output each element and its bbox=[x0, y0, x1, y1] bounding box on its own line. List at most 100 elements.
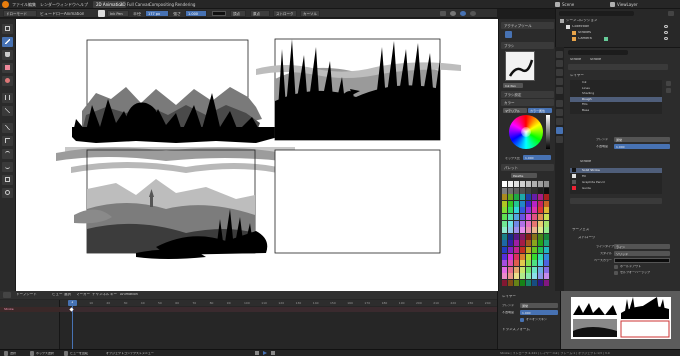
palette-swatch[interactable] bbox=[520, 260, 526, 267]
cutter-tool[interactable] bbox=[2, 93, 13, 103]
palette-swatch[interactable] bbox=[508, 253, 514, 260]
shading-rendered-icon[interactable] bbox=[470, 11, 476, 16]
palette-swatch[interactable] bbox=[520, 273, 526, 280]
dopesheet-menu-view[interactable]: ビュー bbox=[52, 293, 63, 297]
palette-swatch[interactable] bbox=[520, 240, 526, 247]
play-icon[interactable] bbox=[263, 351, 267, 355]
palette-swatch[interactable] bbox=[508, 247, 514, 253]
blender-logo-icon[interactable] bbox=[2, 1, 9, 8]
transform-panel-title[interactable]: トランスフォーム bbox=[502, 328, 530, 332]
palette-swatch[interactable] bbox=[532, 214, 538, 220]
palette-swatch[interactable] bbox=[508, 227, 514, 234]
onion-skin-checkbox[interactable] bbox=[520, 318, 524, 322]
palette-swatch[interactable] bbox=[514, 280, 520, 286]
palette-swatch[interactable] bbox=[532, 220, 538, 227]
palette-panel-header[interactable]: パレット bbox=[501, 164, 554, 171]
channel-row[interactable]: Stroke bbox=[0, 307, 60, 312]
palette-swatch[interactable] bbox=[544, 273, 550, 280]
material-row[interactable]: Guide bbox=[570, 186, 662, 191]
palette-swatch[interactable] bbox=[520, 253, 526, 260]
palette-swatch[interactable] bbox=[532, 266, 538, 273]
palette-swatch[interactable] bbox=[538, 273, 544, 280]
object-data-tab-icon[interactable] bbox=[556, 127, 563, 134]
palette-swatch[interactable] bbox=[544, 253, 550, 260]
palette-swatch[interactable] bbox=[538, 247, 544, 253]
palette-swatch[interactable] bbox=[532, 260, 538, 267]
dopesheet-menu-select[interactable]: 選択 bbox=[64, 293, 71, 297]
palette-swatch[interactable] bbox=[508, 273, 514, 280]
palette-swatch[interactable] bbox=[544, 280, 550, 286]
circle-tool[interactable] bbox=[2, 188, 13, 198]
palette-swatch[interactable] bbox=[508, 200, 514, 207]
jump-start-icon[interactable] bbox=[255, 351, 259, 355]
palette-swatch[interactable] bbox=[502, 214, 508, 220]
world-tab-icon[interactable] bbox=[556, 87, 563, 94]
palette-swatch[interactable] bbox=[502, 200, 508, 207]
palette-swatch[interactable] bbox=[514, 181, 520, 187]
palette-swatch[interactable] bbox=[502, 220, 508, 227]
palette-swatch[interactable] bbox=[502, 266, 508, 273]
remove-layer-button[interactable] bbox=[666, 88, 671, 93]
material-tab-icon[interactable] bbox=[556, 136, 563, 143]
palette-swatch[interactable] bbox=[538, 253, 544, 260]
palette-swatch[interactable] bbox=[520, 266, 526, 273]
value-slider[interactable] bbox=[546, 115, 550, 149]
material-row[interactable]: Fill bbox=[570, 174, 662, 179]
palette-swatch[interactable] bbox=[502, 187, 508, 194]
style-dropdown[interactable]: ソリッド bbox=[614, 251, 670, 256]
scene-tab-icon[interactable] bbox=[556, 78, 563, 85]
arc-tool[interactable] bbox=[2, 149, 13, 159]
layer-row-active[interactable]: Rough bbox=[570, 96, 662, 102]
palette-swatch[interactable] bbox=[526, 273, 532, 280]
palette-swatch[interactable] bbox=[520, 220, 526, 227]
palette-swatch[interactable] bbox=[514, 233, 520, 240]
palette-swatch[interactable] bbox=[514, 187, 520, 194]
polyline-tool[interactable] bbox=[2, 136, 13, 146]
palette-swatch[interactable] bbox=[526, 181, 532, 187]
palette-swatch[interactable] bbox=[544, 207, 550, 214]
brush-panel-header[interactable]: ブラシ bbox=[501, 42, 554, 49]
material-name-field[interactable] bbox=[570, 198, 662, 204]
palette-swatch[interactable] bbox=[538, 260, 544, 267]
palette-swatch[interactable] bbox=[502, 181, 508, 187]
palette-swatch[interactable] bbox=[514, 194, 520, 201]
palette-swatch[interactable] bbox=[502, 240, 508, 247]
palette-swatch[interactable] bbox=[544, 247, 550, 253]
palette-swatch[interactable] bbox=[508, 260, 514, 267]
editor-type-icon[interactable] bbox=[3, 292, 11, 298]
color-mode-dropdown[interactable]: 頂点 bbox=[230, 10, 246, 17]
outliner-item-camera[interactable]: Camera bbox=[578, 37, 592, 41]
layer-row[interactable]: Lines bbox=[570, 86, 662, 91]
line-type-dropdown[interactable]: ライン bbox=[614, 244, 670, 249]
dopesheet-menu-marker[interactable]: マーカー bbox=[76, 293, 90, 297]
palette-swatch[interactable] bbox=[544, 233, 550, 240]
material-row[interactable]: Graphite Pencil bbox=[570, 180, 662, 185]
outliner-root[interactable]: シーンコレクション bbox=[566, 19, 597, 23]
palette-swatch[interactable] bbox=[532, 187, 538, 194]
layers-panel-title[interactable]: レイヤー bbox=[570, 74, 584, 78]
palette-swatch[interactable] bbox=[538, 200, 544, 207]
holdout-checkbox[interactable] bbox=[614, 265, 618, 269]
menu-view[interactable]: ビュー bbox=[40, 12, 52, 16]
palette-swatch[interactable] bbox=[514, 207, 520, 214]
workspace-tab-rendering[interactable]: Rendering bbox=[172, 1, 198, 8]
palette-swatch[interactable] bbox=[532, 207, 538, 214]
playhead-frame-indicator[interactable]: 1 bbox=[68, 300, 77, 306]
menu-render[interactable]: レンダー bbox=[40, 2, 56, 8]
palette-swatch[interactable] bbox=[544, 214, 550, 220]
palette-swatch[interactable] bbox=[514, 253, 520, 260]
keyframe-track[interactable] bbox=[60, 307, 497, 312]
palette-swatch[interactable] bbox=[508, 181, 514, 187]
blend-dropdown[interactable]: 通常 bbox=[614, 137, 670, 142]
palette-swatch[interactable] bbox=[514, 227, 520, 234]
palette-swatch[interactable] bbox=[502, 280, 508, 286]
brush-thumbnail[interactable] bbox=[505, 51, 535, 81]
palette-swatch[interactable] bbox=[502, 260, 508, 267]
eyedropper-tool[interactable] bbox=[2, 106, 13, 116]
palette-swatch[interactable] bbox=[526, 187, 532, 194]
vertex-color-tab[interactable]: カラー属性 bbox=[528, 108, 552, 113]
palette-swatch[interactable] bbox=[526, 227, 532, 234]
palette-swatch[interactable] bbox=[526, 247, 532, 253]
palette-swatch[interactable] bbox=[544, 260, 550, 267]
layer-row[interactable]: Ink bbox=[570, 80, 662, 85]
